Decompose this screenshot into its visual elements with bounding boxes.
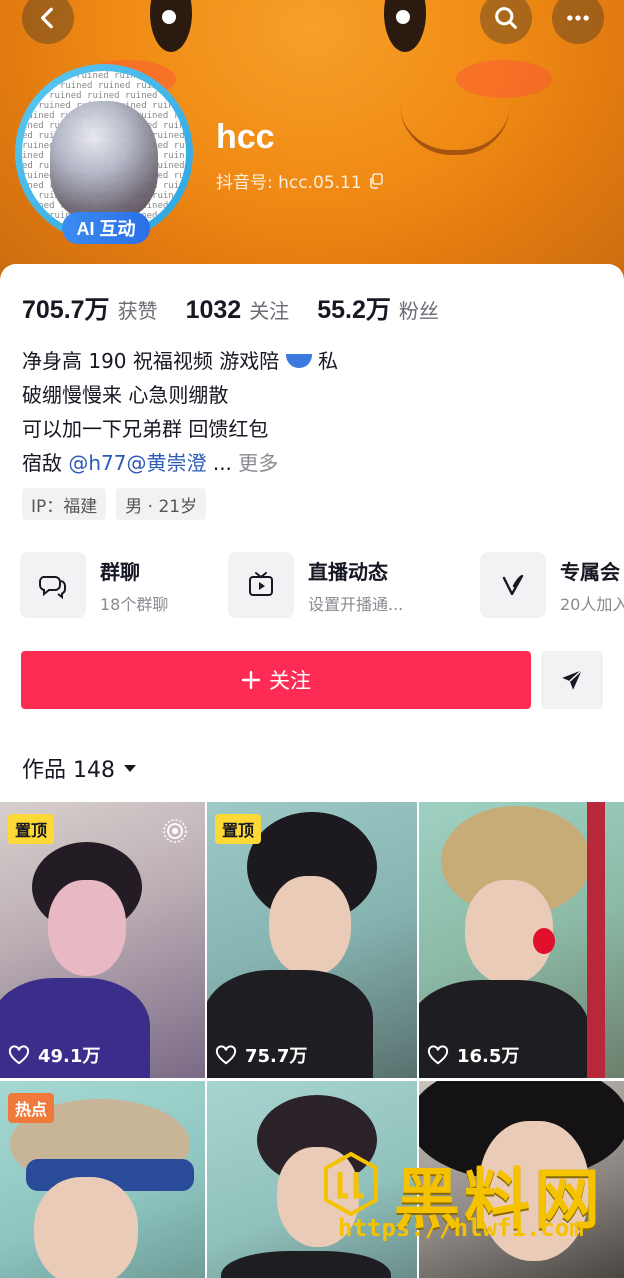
- follow-button[interactable]: 关注: [21, 651, 531, 709]
- avatar-image: ed ruined ruined ruined ruined ruined ru…: [22, 71, 186, 235]
- exclusive-club-title: 专属会: [560, 559, 620, 584]
- profile-tags: IP：福建 男 · 21岁: [22, 488, 207, 520]
- cover-cheek-right: [456, 60, 552, 98]
- live-photo-icon: [163, 819, 187, 843]
- trending-badge: 热点: [8, 1093, 55, 1123]
- more-button[interactable]: [552, 0, 604, 44]
- heart-icon: [215, 1045, 237, 1065]
- works-label: 作品 148: [22, 758, 115, 783]
- bio-more-link[interactable]: 更多: [238, 451, 278, 475]
- video-likes: 75.7万: [215, 1042, 307, 1068]
- followers-count[interactable]: 55.2万: [317, 290, 391, 326]
- watermark-logo-icon: [324, 1152, 378, 1216]
- mention-h77[interactable]: @h77: [68, 451, 126, 475]
- ip-location-tag: IP：福建: [22, 488, 107, 520]
- ai-interact-badge[interactable]: AI 互动: [62, 212, 150, 244]
- following-label[interactable]: 关注: [249, 295, 289, 324]
- tv-play-icon: [249, 572, 273, 596]
- bowl-emoji-icon: [285, 353, 312, 368]
- chevron-left-icon: [40, 7, 53, 29]
- pinned-badge: 置顶: [215, 814, 262, 844]
- likes-count: 705.7万: [22, 296, 110, 324]
- group-chat-title: 群聊: [100, 559, 140, 584]
- likes-label: 获赞: [117, 299, 158, 323]
- stats-row: 705.7万 获赞 1032 关注 55.2万 粉丝: [22, 290, 467, 326]
- feature-row: 群聊 18个群聊 直播动态 设置开播通... 专属会 20人加入: [20, 552, 624, 620]
- live-updates-sub: 设置开播通...: [308, 594, 404, 614]
- bio-line-3: 可以加一下兄弟群 回馈红包: [22, 417, 269, 441]
- profile-header: ed ruined ruined ruined ruined ruined ru…: [0, 0, 624, 290]
- site-watermark: 黑料网 https://hlwf1.com: [322, 1146, 622, 1246]
- watermark-url: https://hlwf1.com: [338, 1214, 584, 1242]
- pinned-badge: 置顶: [8, 814, 55, 844]
- exclusive-club-entry[interactable]: 专属会 20人加入: [480, 552, 624, 618]
- back-button[interactable]: [22, 0, 74, 44]
- following-count[interactable]: 1032: [186, 296, 242, 325]
- exclusive-club-sub: 20人加入: [560, 594, 624, 614]
- video-likes: 49.1万: [8, 1042, 100, 1068]
- video-thumbnail[interactable]: 16.5万: [419, 802, 624, 1078]
- avatar-object: [50, 101, 158, 221]
- cover-mouth: [400, 104, 510, 155]
- douyin-id[interactable]: 抖音号: hcc.05.11: [216, 168, 384, 193]
- bio-line-4: 宿敌 @h77@黄崇澄 ... 更多: [22, 451, 279, 475]
- bio: 净身高 190 祝福视频 游戏陪 私 破绷慢慢来 心急则绷散 可以加一下兄弟群 …: [22, 344, 338, 480]
- plus-icon: [241, 670, 261, 690]
- search-button[interactable]: [480, 0, 532, 44]
- copy-icon[interactable]: [368, 172, 384, 189]
- search-icon: [495, 7, 517, 29]
- works-tab[interactable]: 作品 148: [22, 752, 137, 784]
- bio-line-2: 破绷慢慢来 心急则绷散: [22, 383, 229, 407]
- cover-eye-left: [150, 0, 192, 52]
- douyin-id-text: 抖音号: hcc.05.11: [216, 173, 362, 193]
- username: hcc: [216, 118, 275, 156]
- cover-eye-right: [384, 0, 426, 52]
- chat-bubbles-icon: [39, 576, 67, 599]
- mention-huangchongcheng[interactable]: @黄崇澄: [126, 451, 206, 475]
- followers-label[interactable]: 粉丝: [399, 295, 439, 324]
- caret-down-icon: [124, 765, 136, 772]
- live-updates-entry[interactable]: 直播动态 设置开播通...: [228, 552, 403, 618]
- video-likes: 16.5万: [427, 1042, 519, 1068]
- follow-label: 关注: [269, 669, 311, 693]
- video-thumbnail[interactable]: 置顶 75.7万: [207, 802, 417, 1078]
- heart-icon: [427, 1045, 449, 1065]
- bio-line-1: 净身高 190 祝福视频 游戏陪 私: [22, 349, 338, 373]
- v-logo-icon: [502, 574, 524, 596]
- gender-age-tag: 男 · 21岁: [116, 488, 207, 520]
- heart-icon: [8, 1045, 30, 1065]
- live-updates-title: 直播动态: [308, 559, 388, 584]
- video-thumbnail[interactable]: 热点: [0, 1081, 205, 1278]
- message-button[interactable]: [541, 651, 603, 709]
- group-chat-sub: 18个群聊: [100, 594, 169, 614]
- send-icon: [562, 669, 583, 690]
- group-chat-entry[interactable]: 群聊 18个群聊: [20, 552, 168, 618]
- more-dots-icon: [567, 15, 589, 21]
- video-thumbnail[interactable]: 置顶 49.1万: [0, 802, 205, 1078]
